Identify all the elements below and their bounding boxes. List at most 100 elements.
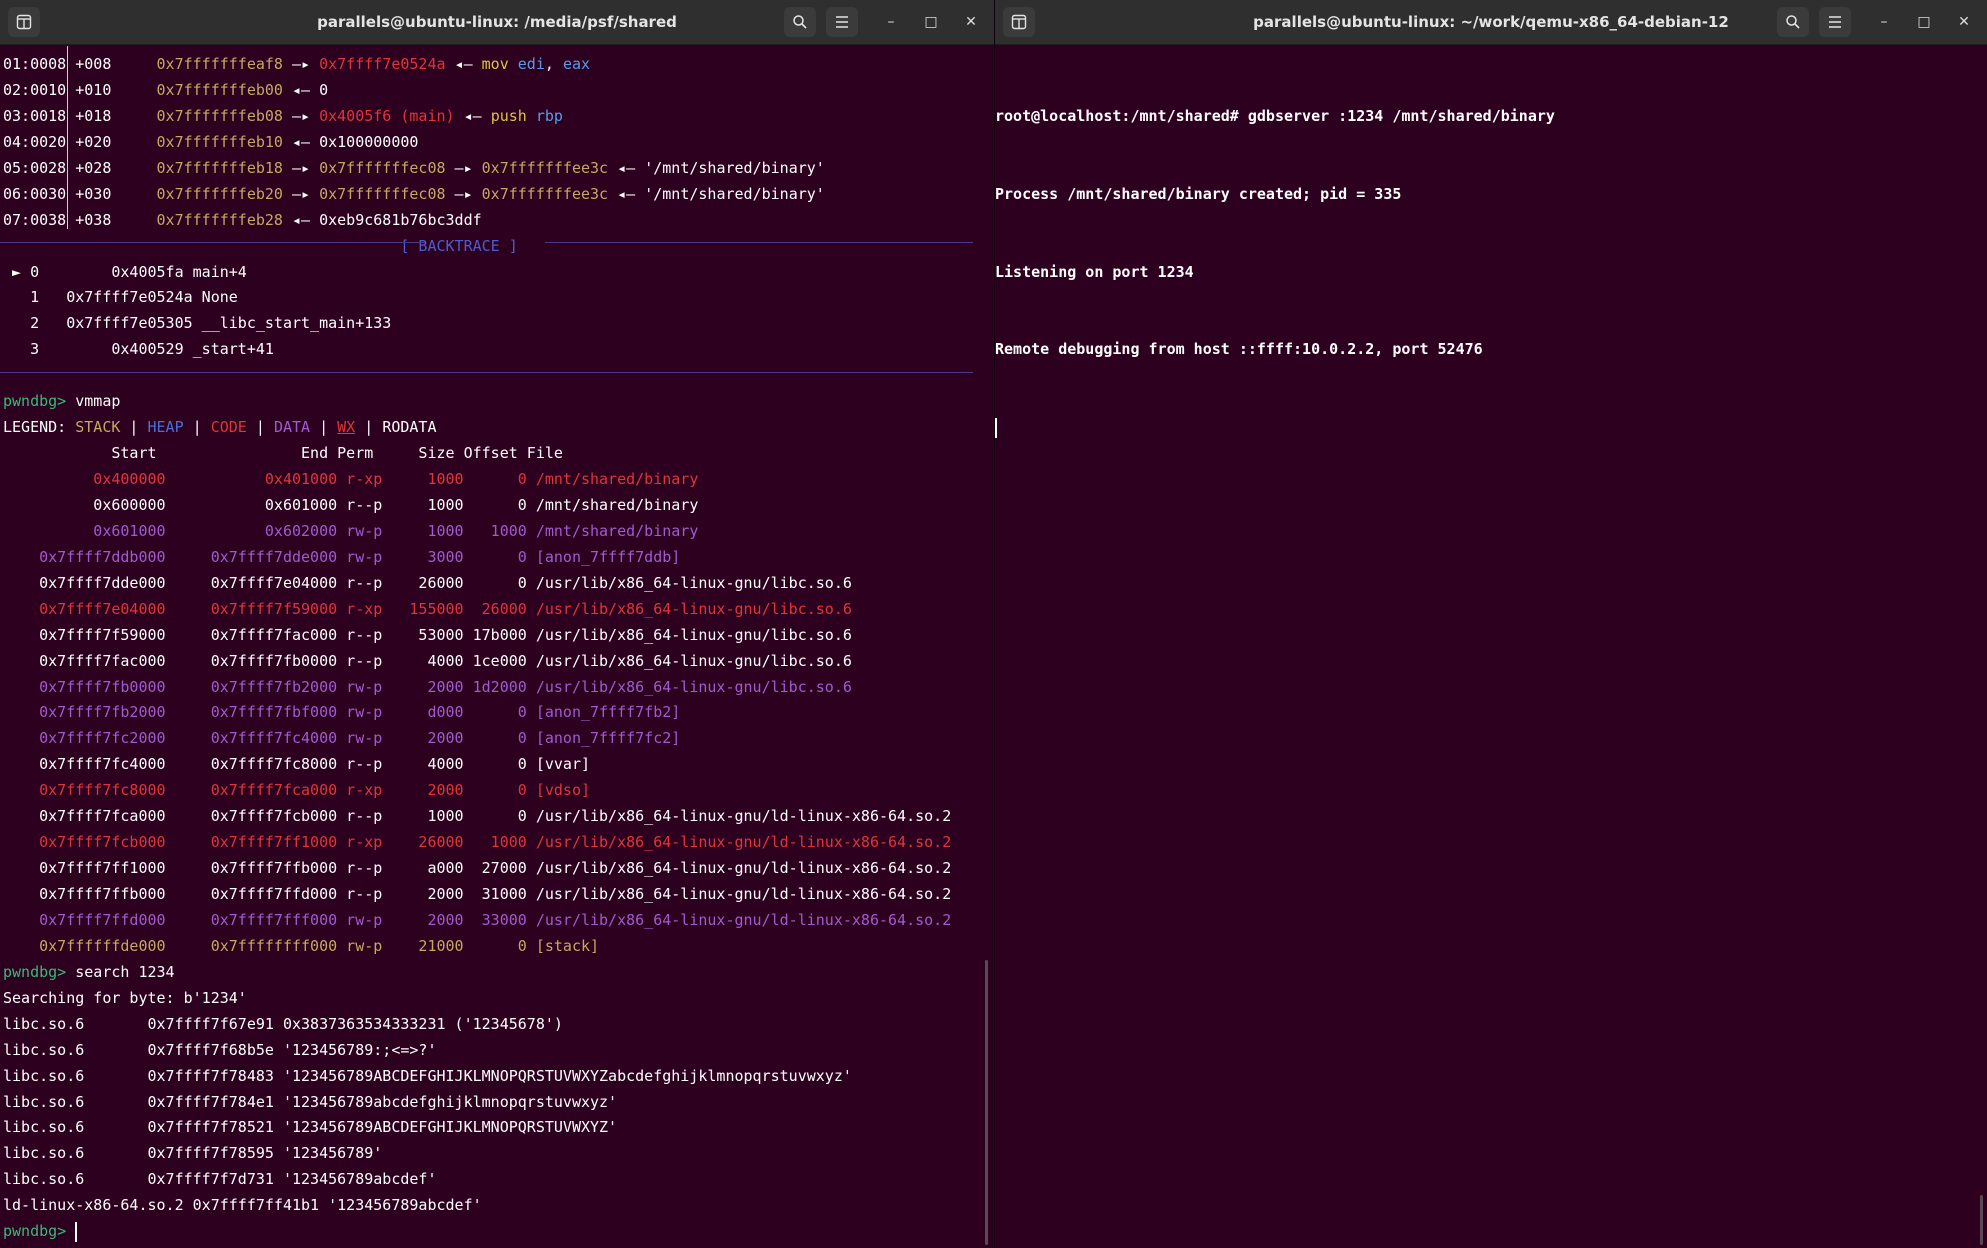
frame-symbol: _start+41 — [183, 340, 274, 359]
stack-address: 0x7fffffffeb08 — [156, 106, 283, 125]
legend-item: HEAP — [147, 418, 184, 437]
new-tab-icon[interactable] — [1003, 7, 1035, 37]
prompt: pwndbg> — [3, 1222, 76, 1241]
vmmap-row: 0x7ffff7fcb000 0x7ffff7ff1000 r-xp 26000… — [3, 833, 952, 852]
stack-index: 06:0030 — [3, 184, 67, 203]
backtrace-label: [ BACKTRACE ] — [400, 236, 518, 255]
search-result: libc.so.6 0x7ffff7f7d731 '123456789abcde… — [3, 1170, 437, 1189]
frame-address: 0x7ffff7e05305 — [39, 314, 193, 333]
search-result: libc.so.6 0x7ffff7f78521 '123456789ABCDE… — [3, 1118, 618, 1137]
vmmap-row: 0x7ffff7ffb000 0x7ffff7ffd000 r--p 2000 … — [3, 885, 952, 903]
right-titlebar: parallels@ubuntu-linux: ~/work/qemu-x86_… — [995, 0, 1987, 45]
stack-value: edi — [517, 55, 545, 73]
stack-value: 0x7fffffffec08 — [319, 184, 446, 203]
left-titlebar: parallels@ubuntu-linux: /media/psf/share… — [0, 0, 994, 45]
stack-index: 04:0020 — [3, 132, 67, 151]
prompt: pwndbg> — [3, 962, 67, 981]
command: search 1234 — [66, 962, 175, 981]
right-terminal-output[interactable]: root@localhost:/mnt/shared# gdbserver :1… — [995, 52, 1987, 1248]
stack-index: 05:0028 — [3, 158, 67, 177]
arrow: —▸ — [282, 106, 320, 125]
arrow: —▸ — [282, 184, 320, 203]
stack-value: , — [544, 55, 563, 73]
frame-address: 0x400529 — [39, 340, 184, 359]
stack-value: rbp — [535, 106, 563, 125]
stack-row: 05:0028 +028 0x7fffffffeb18 —▸ 0x7ffffff… — [3, 156, 994, 182]
left-terminal-window: parallels@ubuntu-linux: /media/psf/share… — [0, 0, 994, 1248]
legend-label: LEGEND: — [3, 418, 76, 437]
frame-symbol: None — [192, 288, 238, 307]
stack-row: 07:0038 +038 0x7fffffffeb28 ◂— 0xeb9c681… — [3, 208, 994, 234]
backtrace-row: 3 0x400529 _start+41 — [3, 337, 994, 363]
legend-item: CODE — [210, 418, 247, 437]
stack-value: 0 — [319, 80, 329, 99]
legend-item: STACK — [75, 418, 121, 437]
backtrace-rule-left — [0, 242, 425, 243]
minimize-button[interactable]: – — [876, 7, 906, 37]
frame-address: 0x4005fa — [39, 262, 184, 281]
close-button[interactable]: ✕ — [1949, 7, 1979, 37]
section-rule — [0, 372, 973, 373]
legend-sep: | — [355, 418, 383, 437]
vmmap-row: 0x7ffff7fb2000 0x7ffff7fbf000 rw-p d000 … — [3, 703, 681, 722]
stack-value: 0x7ffff7e0524a — [319, 55, 446, 73]
frame-marker — [3, 288, 30, 306]
legend-sep: | — [120, 418, 148, 437]
left-terminal-output[interactable]: 01:0008 +008 0x7fffffffeaf8 —▸ 0x7ffff7e… — [3, 52, 994, 1248]
terminal-line: root@localhost:/mnt/shared# gdbserver :1… — [995, 106, 1555, 125]
stack-value — [527, 107, 536, 125]
stack-offset: +028 — [66, 158, 157, 177]
vmmap-row: 0x7ffff7e04000 0x7ffff7f59000 r-xp 15500… — [3, 599, 852, 618]
stack-address: 0x7fffffffeb10 — [156, 132, 283, 151]
right-scrollbar[interactable] — [1980, 1195, 1983, 1245]
terminal-line: Remote debugging from host ::ffff:10.0.2… — [995, 340, 1483, 359]
frame-marker: ► — [3, 262, 31, 281]
stack-value: mov — [481, 55, 509, 73]
stack-address: 0x7fffffffeb20 — [156, 184, 283, 203]
hamburger-menu-icon[interactable] — [1819, 7, 1851, 37]
stack-value: 0x4005f6 (main) — [319, 106, 455, 125]
maximize-button[interactable]: □ — [1909, 7, 1939, 37]
vmmap-row: 0x7ffff7fac000 0x7ffff7fb0000 r--p 4000 … — [3, 651, 852, 670]
maximize-button[interactable]: □ — [916, 7, 946, 37]
text-cursor — [995, 417, 997, 438]
stack-value: 0x7fffffffec08 — [319, 158, 446, 177]
stack-value: —▸ — [445, 158, 482, 177]
close-button[interactable]: ✕ — [956, 7, 986, 37]
left-scrollbar[interactable] — [985, 960, 988, 1245]
vmmap-row: 0x7ffffffde000 0x7ffffffff000 rw-p 21000… — [3, 936, 600, 955]
vmmap-row: 0x7ffff7fb0000 0x7ffff7fb2000 rw-p 2000 … — [3, 677, 852, 696]
stack-index: 07:0038 — [3, 210, 67, 229]
hamburger-menu-icon[interactable] — [826, 7, 858, 37]
stack-value: ◂— '/mnt/shared/binary' — [608, 158, 825, 177]
frame-symbol: __libc_start_main+133 — [192, 314, 392, 333]
vmmap-row: 0x7ffff7fc8000 0x7ffff7fca000 r-xp 2000 … — [3, 781, 590, 800]
new-tab-icon[interactable] — [8, 7, 40, 37]
search-icon[interactable] — [784, 7, 816, 37]
stack-row: 02:0010 +010 0x7fffffffeb00 ◂— 0 — [3, 78, 994, 104]
stack-value: eax — [562, 55, 591, 73]
search-icon[interactable] — [1777, 7, 1809, 37]
legend-item: WX — [337, 418, 356, 437]
stack-address: 0x7fffffffeb00 — [156, 80, 283, 99]
terminal-line: Process /mnt/shared/binary created; pid … — [995, 184, 1402, 203]
search-result: libc.so.6 0x7ffff7f67e91 0x3837363534333… — [3, 1014, 563, 1033]
vmmap-row: 0x7ffff7f59000 0x7ffff7fac000 r--p 53000… — [3, 625, 852, 644]
vmmap-row: 0x600000 0x601000 r--p 1000 0 /mnt/share… — [3, 495, 699, 514]
stack-address: 0x7fffffffeb18 — [156, 158, 283, 177]
legend-item: DATA — [273, 418, 311, 437]
frame-number: 1 — [30, 288, 40, 307]
backtrace-row: ► 0 0x4005fa main+4 — [3, 260, 994, 286]
stack-row: 03:0018 +018 0x7fffffffeb08 —▸ 0x4005f6 … — [3, 104, 994, 130]
frame-number: 2 — [30, 314, 40, 333]
legend-line: LEGEND: STACK | HEAP | CODE | DATA | WX … — [3, 415, 994, 441]
minimize-button[interactable]: – — [1869, 7, 1899, 37]
vmmap-row: 0x7ffff7fc2000 0x7ffff7fc4000 rw-p 2000 … — [3, 729, 681, 748]
stack-value: push — [490, 106, 527, 125]
text-cursor — [75, 1221, 78, 1242]
stack-value: 0x7fffffffee3c — [481, 184, 609, 203]
frame-number: 3 — [30, 340, 40, 359]
frame-number: 0 — [30, 262, 40, 281]
stack-value: —▸ — [445, 184, 482, 203]
